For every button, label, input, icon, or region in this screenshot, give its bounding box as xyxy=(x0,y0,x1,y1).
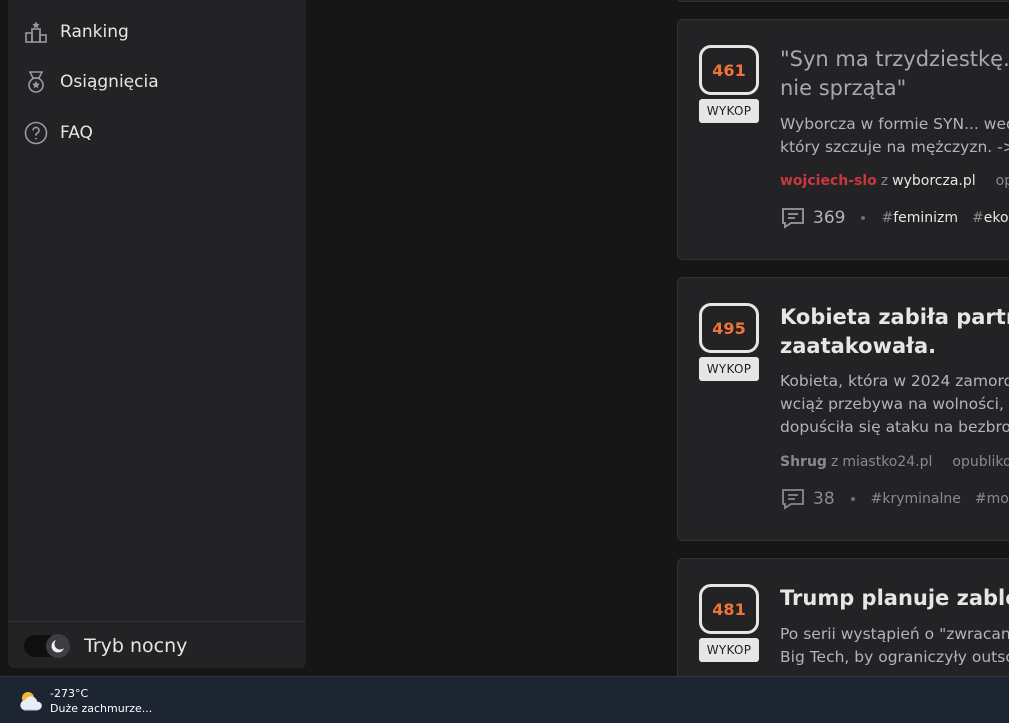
wykop-button[interactable]: WYKOP xyxy=(699,638,759,662)
wykop-button[interactable]: WYKOP xyxy=(699,357,759,381)
toggle-track[interactable] xyxy=(24,634,70,658)
tag-link[interactable]: #morc xyxy=(975,491,1009,507)
vote-counter: 495 xyxy=(699,303,759,353)
separator-dot xyxy=(850,497,855,501)
vote-counter: 481 xyxy=(699,584,759,634)
card-description-line: Big Tech, by ograniczyły outsc xyxy=(780,648,1009,666)
published-text: opub xyxy=(995,173,1009,189)
card-meta: Shrug z miastko24.pl opublikow xyxy=(780,454,1009,470)
card-meta: wojciech-slo z wyborcza.pl opub xyxy=(780,173,1009,189)
card-title[interactable]: "Syn ma trzydziestkę. nie sprząta" xyxy=(780,45,1009,103)
card-title-line: Trump planuje zabloko xyxy=(780,586,1009,610)
night-mode-toggle[interactable]: Tryb nocny xyxy=(24,630,187,662)
from-text: z xyxy=(830,454,839,470)
link-card[interactable]: 461 WYKOP "Syn ma trzydziestkę. nie sprz… xyxy=(677,19,1009,260)
from-text: z xyxy=(880,173,889,189)
card-description: Wyborcza w formie SYN... wed który szczu… xyxy=(780,113,1009,159)
card-title[interactable]: Kobieta zabiła partner zaatakowała. xyxy=(780,303,1009,361)
card-description-line: wciąż przebywa na wolności, p xyxy=(780,395,1009,413)
card-stats: 38 #kryminalne #morc xyxy=(780,487,1009,511)
card-description-line: Kobieta, która w 2024 zamord xyxy=(780,372,1009,390)
sidebar-item-label: Osiągnięcia xyxy=(60,72,159,92)
sidebar-item-label: FAQ xyxy=(60,123,93,143)
vote-count: 495 xyxy=(712,318,746,338)
vote-count: 481 xyxy=(712,599,746,619)
author-link[interactable]: Shrug xyxy=(780,454,827,470)
vote-counter: 461 xyxy=(699,45,759,95)
comment-count[interactable]: 369 xyxy=(813,208,845,228)
card-title-line: zaatakowała. xyxy=(780,334,937,358)
card-title-line: Kobieta zabiła partner xyxy=(780,305,1009,329)
podium-icon xyxy=(24,20,48,44)
comment-icon[interactable] xyxy=(780,207,806,229)
taskbar: -273°C Duże zachmurze... xyxy=(0,676,1009,723)
card-description-line: Wyborcza w formie SYN... wed xyxy=(780,115,1009,133)
partly-cloudy-icon xyxy=(20,692,42,711)
card-description-line: Po serii wystąpień o "zwracan xyxy=(780,625,1009,643)
wykop-button[interactable]: WYKOP xyxy=(699,99,759,123)
vote-count: 461 xyxy=(712,60,746,80)
card-description: Kobieta, która w 2024 zamord wciąż przeb… xyxy=(780,370,1009,439)
sidebar-item-label: Ranking xyxy=(60,22,129,42)
published-text: opublikow xyxy=(952,454,1009,470)
weather-widget[interactable]: -273°C Duże zachmurze... xyxy=(17,686,152,716)
source-link[interactable]: wyborcza.pl xyxy=(892,173,976,189)
night-mode-label: Tryb nocny xyxy=(84,635,188,657)
link-card[interactable]: 481 WYKOP Trump planuje zabloko Po serii… xyxy=(677,558,1009,688)
weather-temperature: -273°C xyxy=(50,687,89,700)
question-circle-icon xyxy=(24,121,48,145)
card-title[interactable]: Trump planuje zabloko xyxy=(780,584,1009,613)
sidebar-divider xyxy=(8,621,306,622)
author-link[interactable]: wojciech-slo xyxy=(780,173,877,189)
card-description: Po serii wystąpień o "zwracan Big Tech, … xyxy=(780,623,1009,669)
sidebar-item-ranking[interactable]: Ranking xyxy=(24,16,129,48)
sidebar-item-achievements[interactable]: Osiągnięcia xyxy=(24,66,159,98)
weather-description: Duże zachmurze... xyxy=(50,702,153,715)
sidebar: Ranking Osiągnięcia FAQ Tryb nocny xyxy=(8,0,306,668)
source-link[interactable]: miastko24.pl xyxy=(842,454,932,470)
card-stats: 369 #feminizm #ekon xyxy=(780,206,1009,230)
tag-link[interactable]: #kryminalne xyxy=(871,491,961,507)
card-description-line: który szczuje na mężczyzn. -> xyxy=(780,138,1009,156)
link-card[interactable]: 495 WYKOP Kobieta zabiła partner zaatako… xyxy=(677,277,1009,541)
sidebar-item-faq[interactable]: FAQ xyxy=(24,117,93,149)
separator-dot xyxy=(861,216,866,220)
moon-icon xyxy=(46,634,70,658)
card-title-line: "Syn ma trzydziestkę. xyxy=(780,47,1009,71)
medal-icon xyxy=(24,70,48,94)
tag-link[interactable]: #feminizm xyxy=(881,210,958,226)
card-description-line: dopuściła się ataku na bezbro xyxy=(780,418,1009,436)
comment-count[interactable]: 38 xyxy=(813,489,835,509)
previous-card-edge xyxy=(677,0,1009,2)
card-title-line: nie sprząta" xyxy=(780,76,907,100)
comment-icon[interactable] xyxy=(780,488,806,510)
tag-link[interactable]: #ekon xyxy=(972,210,1009,226)
